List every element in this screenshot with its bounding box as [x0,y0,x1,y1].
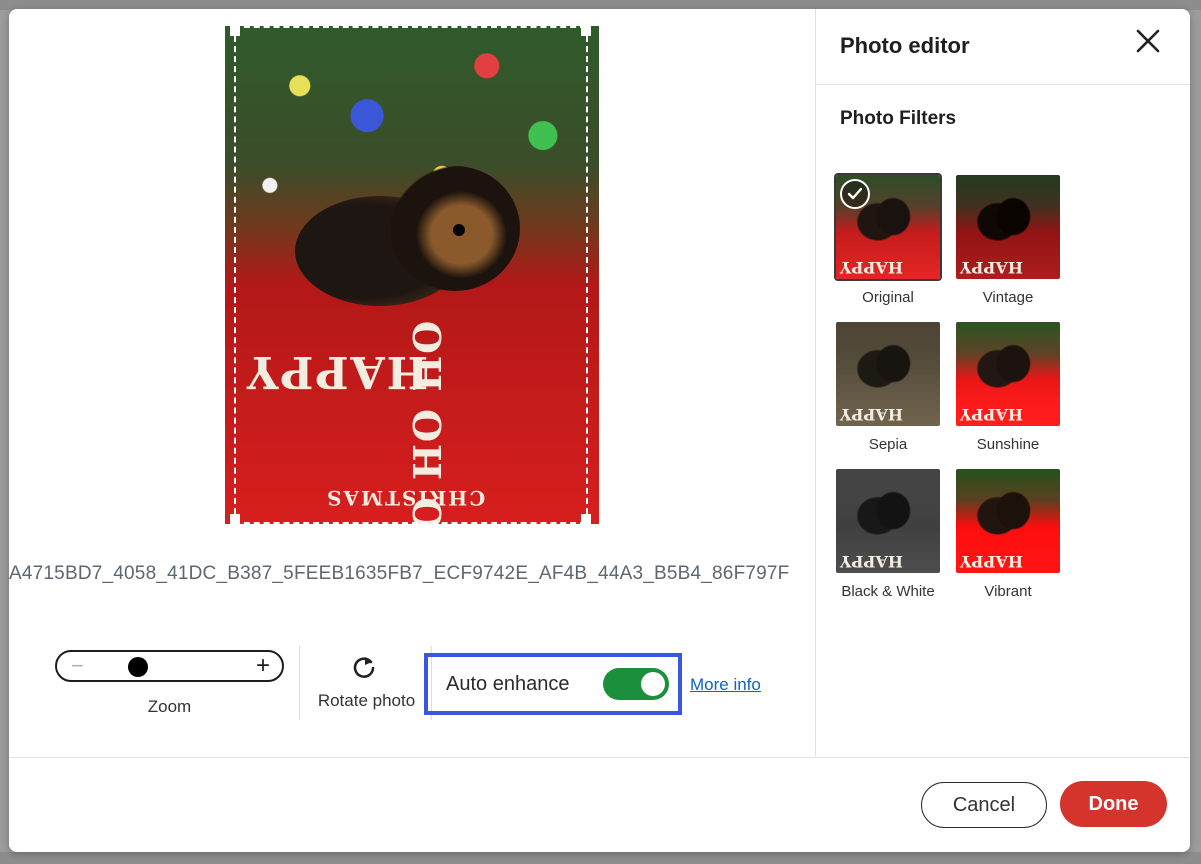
zoom-slider[interactable]: − + [55,650,284,682]
crop-handle-top-left[interactable] [230,26,240,36]
photo-preview[interactable]: HAPPY HO HO HO CHRISTMAS [225,26,599,524]
check-icon [840,179,870,209]
auto-enhance-label: Auto enhance [446,673,570,695]
rotate-photo-button[interactable]: Rotate photo [309,691,424,711]
filter-thumbnail[interactable]: HAPPY [834,320,942,428]
photo-editor-sidebar: Photo editor Photo Filters HAPPY Origina… [815,9,1190,757]
filters-title: Photo Filters [840,108,957,129]
crop-line-top[interactable] [234,26,586,28]
filter-label: Vibrant [984,583,1032,600]
rotate-icon[interactable] [351,654,377,680]
crop-line-left[interactable] [234,26,236,524]
crop-line-bottom[interactable] [234,522,586,524]
filter-sepia[interactable]: HAPPY Sepia [834,320,942,453]
filter-vibrant[interactable]: HAPPY Vibrant [954,467,1062,600]
filter-thumbnail[interactable]: HAPPY [954,173,1062,281]
zoom-label: Zoom [147,697,192,716]
photo-editor-modal: HAPPY HO HO HO CHRISTMAS A4715BD7_4058_4… [9,9,1190,852]
puppy-eye-shape [453,224,465,236]
filter-original[interactable]: HAPPY Original [834,173,942,306]
filter-thumbnail[interactable]: HAPPY [954,320,1062,428]
more-info-link[interactable]: More info [690,675,761,695]
filter-label: Sunshine [976,436,1040,453]
crop-handle-top-right[interactable] [581,26,591,36]
zoom-plus-icon[interactable]: + [256,654,270,678]
controls-divider-1 [299,646,300,720]
zoom-slider-thumb[interactable] [127,657,148,677]
thumb-wrap-text: HAPPY [960,552,1024,571]
crop-handle-bottom-left[interactable] [230,514,240,524]
crop-handle-bottom-right[interactable] [581,514,591,524]
sidebar-header: Photo editor [816,9,1190,85]
thumb-wrap-text: HAPPY [840,258,904,277]
crop-line-right[interactable] [586,26,588,524]
thumb-wrap-text: HAPPY [840,552,904,571]
wrap-text-christmas: CHRISTMAS [325,486,486,510]
filter-vintage[interactable]: HAPPY Vintage [954,173,1062,306]
filter-sunshine[interactable]: HAPPY Sunshine [954,320,1062,453]
filter-black-white[interactable]: HAPPY Black & White [834,467,942,600]
auto-enhance-control[interactable]: Auto enhance [424,653,682,715]
modal-footer: Cancel Done [9,757,1190,852]
auto-enhance-toggle[interactable] [603,668,669,700]
wrap-text-happy: HAPPY [245,346,429,397]
backdrop-strip-bottom [0,852,1201,864]
thumb-wrap-text: HAPPY [840,405,904,424]
filter-label: Original [862,289,914,306]
sidebar-title: Photo editor [840,33,970,58]
toggle-knob [641,672,665,696]
filter-thumbnail[interactable]: HAPPY [954,467,1062,575]
cancel-button[interactable]: Cancel [921,782,1047,828]
done-button[interactable]: Done [1060,781,1167,827]
filter-thumbnail[interactable]: HAPPY [834,467,942,575]
zoom-minus-icon[interactable]: − [71,655,84,677]
filter-label: Sepia [868,436,908,453]
thumb-wrap-text: HAPPY [960,258,1024,277]
filter-label: Black & White [841,583,935,600]
thumb-wrap-text: HAPPY [960,405,1024,424]
close-icon[interactable] [1132,25,1164,57]
editor-area: HAPPY HO HO HO CHRISTMAS A4715BD7_4058_4… [9,9,815,757]
filter-label: Vintage [982,289,1034,306]
filter-thumbnail[interactable]: HAPPY [834,173,942,281]
photo-filename: A4715BD7_4058_41DC_B387_5FEEB1635FB7_ECF… [9,563,790,584]
